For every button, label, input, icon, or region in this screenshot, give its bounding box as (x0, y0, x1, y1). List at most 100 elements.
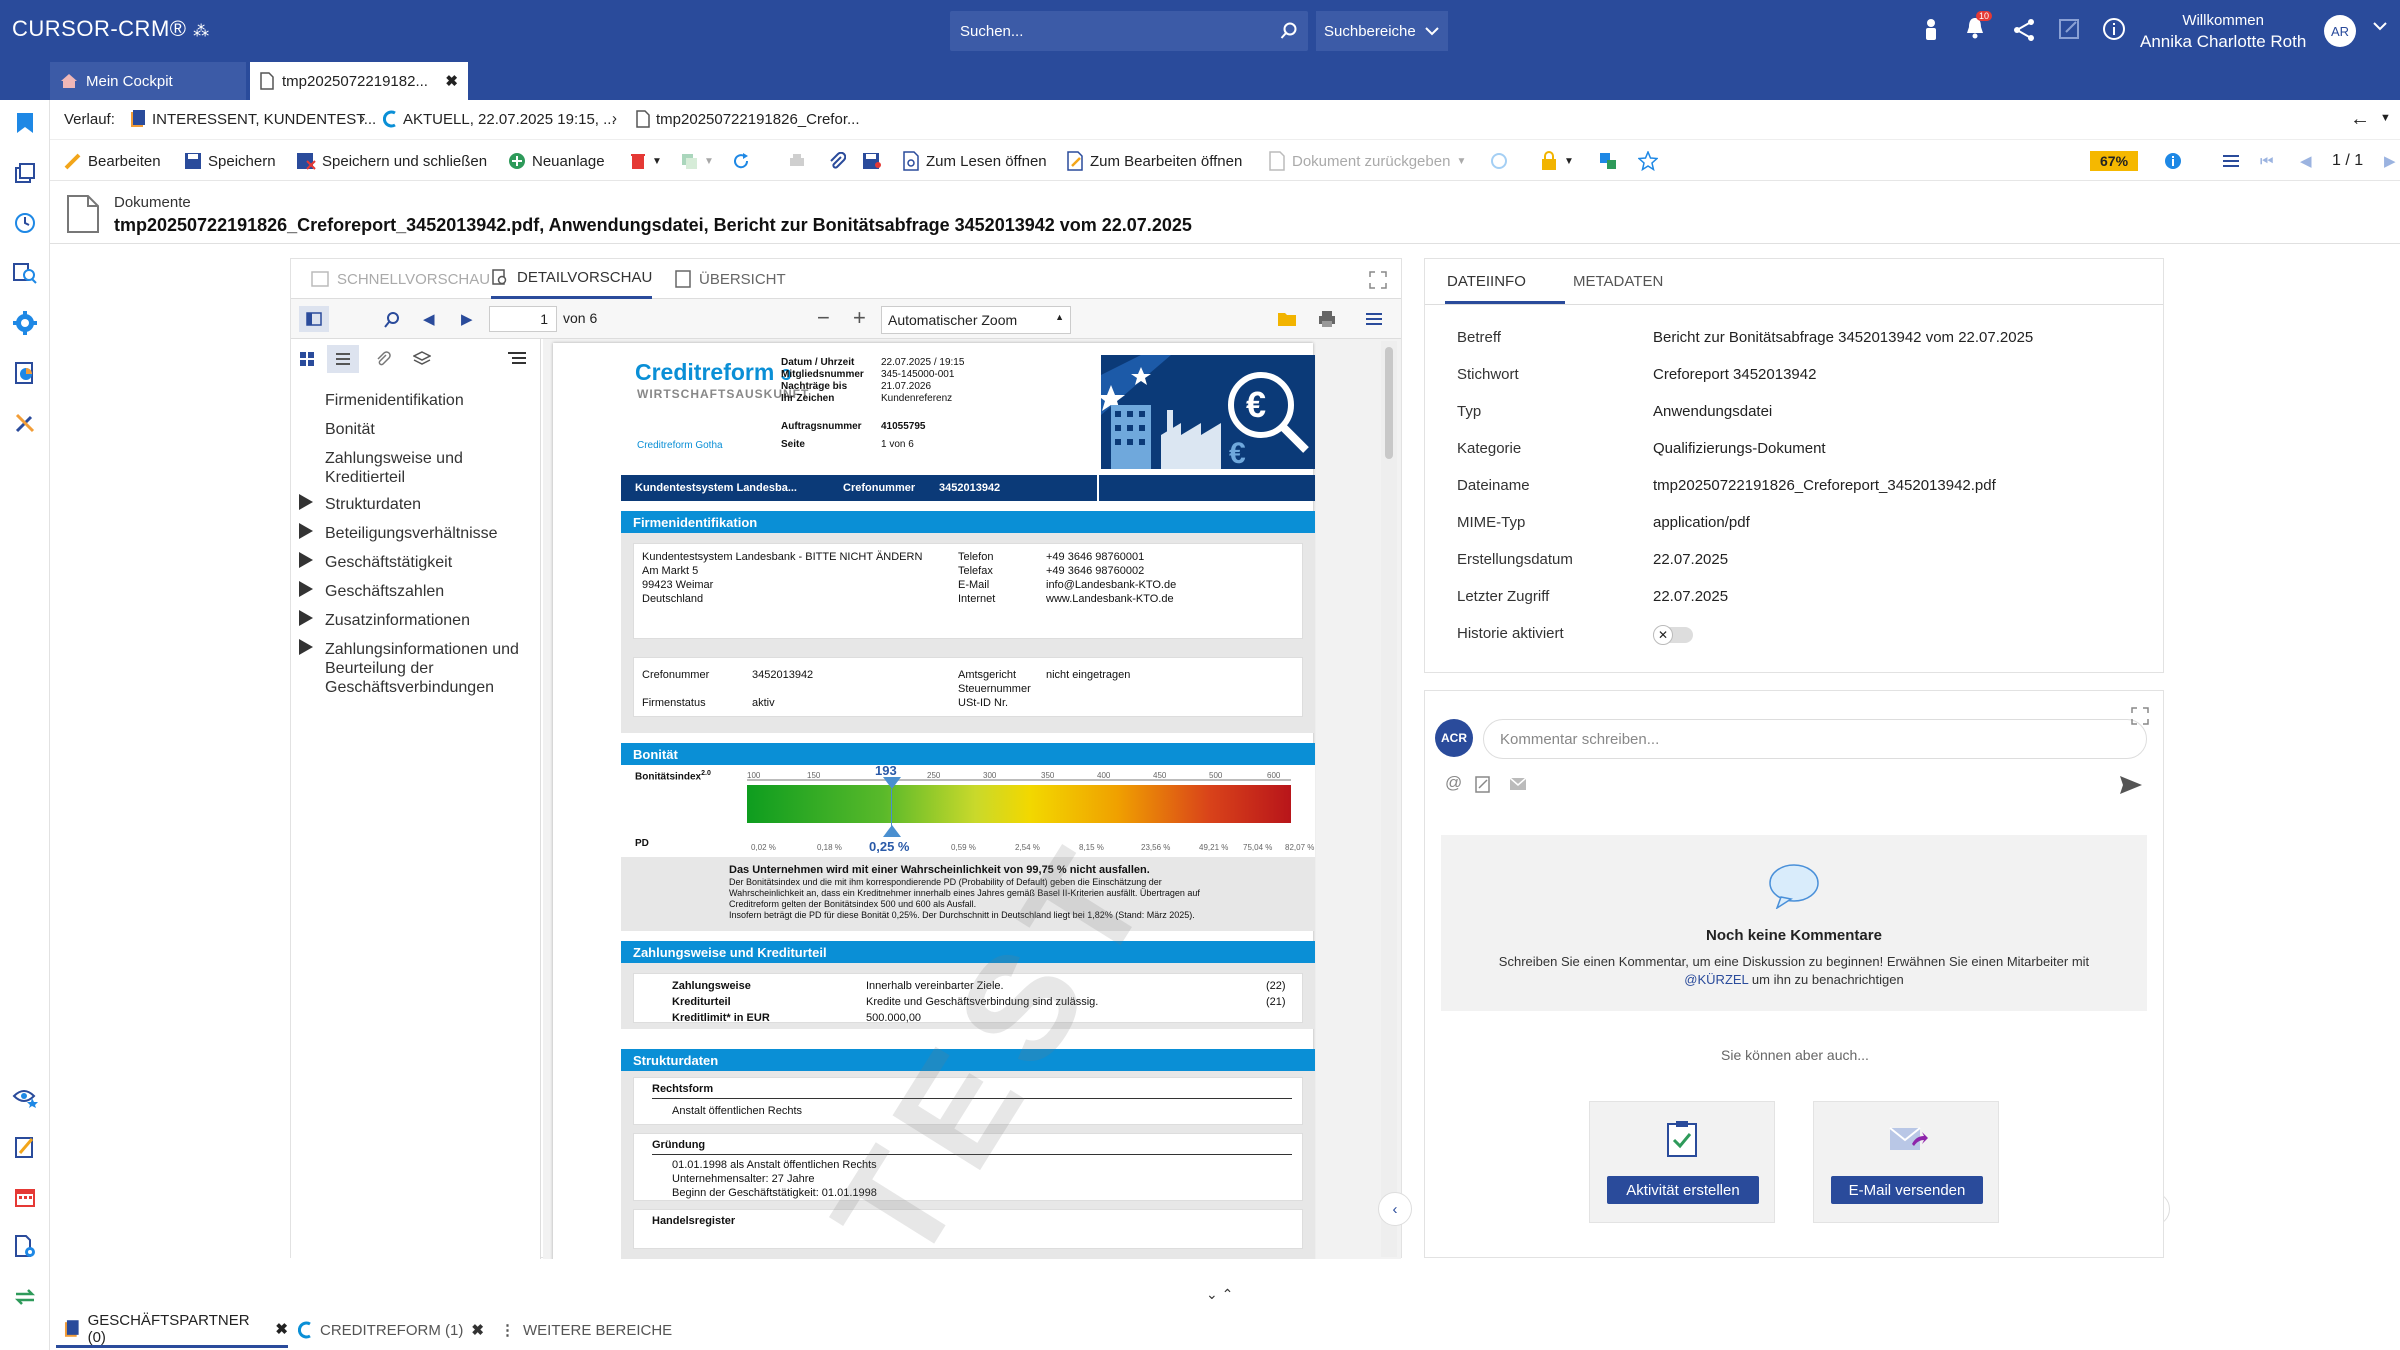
expand-icon[interactable] (2131, 707, 2149, 725)
back-arrow-icon[interactable]: ← (2350, 108, 2370, 131)
outline-item[interactable]: Strukturdaten (325, 495, 421, 514)
prev-page-icon[interactable]: ◀ (2300, 141, 2312, 181)
chevron-down-icon[interactable]: ▼ (652, 156, 662, 167)
search-icon[interactable] (1280, 22, 1298, 40)
scrollbar[interactable] (1381, 341, 1397, 1257)
thumbnails-icon[interactable] (299, 351, 315, 367)
expand-icon[interactable] (299, 610, 313, 626)
scrollbar-thumb[interactable] (1385, 347, 1393, 459)
close-icon[interactable]: ✖ (471, 1321, 484, 1339)
delete-button[interactable]: ▼ (630, 141, 662, 181)
outline-item[interactable]: Geschäftszahlen (325, 582, 444, 601)
lock-button[interactable]: ▼ (1540, 141, 1574, 181)
breadcrumb-item-aktuell[interactable]: AKTUELL, 22.07.2025 19:15, ... (383, 110, 616, 128)
app-logo[interactable]: CURSOR-CRM® ⁂ (12, 16, 210, 42)
edit-note-icon[interactable] (1475, 775, 1491, 793)
tools-icon[interactable] (10, 408, 40, 438)
collapse-left-button[interactable]: ‹ (1378, 1192, 1412, 1226)
menu-icon[interactable] (1365, 311, 1383, 327)
save-button[interactable]: Speichern (184, 141, 276, 181)
history-toggle[interactable]: ✕ (1653, 625, 1693, 645)
calendar-icon[interactable] (10, 1182, 40, 1212)
outline-view-icon[interactable] (327, 345, 359, 373)
tab-metadaten[interactable]: METADATEN (1567, 273, 1663, 290)
return-document-button[interactable]: Dokument zurückgeben ▼ (1268, 141, 1466, 181)
avatar[interactable]: AR (2324, 15, 2356, 47)
notifications-icon[interactable]: 10 (1964, 11, 1993, 44)
layers-icon[interactable] (413, 351, 431, 367)
pdf-canvas[interactable]: Creditreform ↄ WIRTSCHAFTSAUSKUNFT Credi… (543, 339, 1401, 1259)
list-menu-icon[interactable] (2222, 141, 2240, 181)
search-icon[interactable] (383, 311, 401, 329)
tab-creditreform[interactable]: CREDITREFORM (1) ✖ (298, 1312, 484, 1348)
search-input[interactable]: Suchen... (950, 11, 1308, 51)
save-close-button[interactable]: Speichern und schließen (296, 141, 487, 181)
sidebar-toggle-icon[interactable] (299, 306, 329, 332)
print-icon[interactable] (1317, 310, 1337, 328)
fullscreen-icon[interactable] (1369, 271, 1387, 289)
expand-icon[interactable] (299, 494, 313, 510)
close-icon[interactable]: ✖ (275, 1320, 288, 1338)
chevron-down-icon[interactable]: ▼ (2380, 112, 2391, 124)
attachment-icon[interactable] (375, 351, 391, 367)
create-activity-button[interactable]: Aktivität erstellen (1607, 1176, 1759, 1204)
tab-weitere-bereiche[interactable]: ⋮ WEITERE BEREICHE (500, 1312, 672, 1348)
history-icon[interactable] (10, 208, 40, 238)
first-page-icon[interactable]: ⏮ (2260, 141, 2274, 181)
zoom-in-icon[interactable]: + (853, 305, 866, 331)
outline-item[interactable]: Zahlungsweise und Kreditierteil (325, 449, 521, 487)
collapse-toggle[interactable]: ⌄ ⌃ (1206, 1286, 1233, 1303)
create-activity-card[interactable]: Aktivität erstellen (1589, 1101, 1775, 1223)
bookmark-icon[interactable] (10, 108, 40, 138)
share-icon[interactable] (2012, 18, 2036, 46)
save-copy-icon[interactable] (862, 141, 882, 181)
external-link-icon[interactable] (2058, 18, 2080, 44)
send-email-button[interactable]: E-Mail versenden (1831, 1176, 1983, 1204)
breadcrumb-item-interessent[interactable]: INTERESSENT, KUNDENTEST... (130, 110, 376, 128)
chevron-down-icon[interactable]: ▼ (1564, 156, 1574, 167)
person-icon[interactable] (1922, 18, 1940, 46)
outline-item[interactable]: Geschäftstätigkeit (325, 553, 452, 572)
copy-button[interactable]: ▼ (680, 141, 714, 181)
settings-icon[interactable] (10, 308, 40, 338)
star-icon[interactable] (1638, 141, 1658, 181)
print-icon[interactable] (788, 141, 806, 181)
tab-schnellvorschau[interactable]: SCHNELLVORSCHAU (311, 259, 490, 299)
outline-item[interactable]: Zahlungsinformationen und Beurteilung de… (325, 640, 531, 697)
outline-item[interactable]: Firmenidentifikation (325, 391, 464, 410)
prev-page-icon[interactable]: ◀ (423, 310, 435, 328)
expand-icon[interactable] (299, 523, 313, 539)
new-button[interactable]: Neuanlage (508, 141, 605, 181)
edit-button[interactable]: Bearbeiten (64, 141, 161, 181)
current-outline-icon[interactable] (507, 351, 527, 367)
attachment-icon[interactable] (828, 141, 846, 181)
tab-geschaeftspartner[interactable]: GESCHÄFTSPARTNER (0) ✖ (56, 1312, 288, 1348)
zoom-select[interactable]: Automatischer Zoom ▲ (881, 306, 1071, 334)
info-circle-icon[interactable] (2164, 141, 2182, 181)
comment-input[interactable]: Kommentar schreiben... (1483, 719, 2147, 759)
chevron-down-icon[interactable] (2372, 18, 2388, 35)
windows-icon[interactable] (10, 158, 40, 188)
note-edit-icon[interactable] (10, 1132, 40, 1162)
sync-icon[interactable] (10, 1282, 40, 1312)
chart-document-icon[interactable] (10, 358, 40, 388)
tab-mein-cockpit[interactable]: Mein Cockpit (50, 62, 246, 100)
close-icon[interactable]: ✖ (445, 72, 458, 90)
tab-document[interactable]: tmp2025072219182... ✖ (250, 62, 468, 100)
search-list-icon[interactable] (10, 258, 40, 288)
mention-icon[interactable]: @ (1445, 773, 1462, 793)
document-settings-icon[interactable] (10, 1232, 40, 1262)
email-icon[interactable] (1509, 777, 1527, 791)
next-page-icon[interactable]: ▶ (2384, 141, 2396, 181)
expand-icon[interactable] (299, 581, 313, 597)
breadcrumb-item-document[interactable]: tmp20250722191826_Crefor... (636, 110, 860, 128)
next-page-icon[interactable]: ▶ (461, 310, 473, 328)
outline-item[interactable]: Beteiligungsverhältnisse (325, 524, 498, 543)
outline-item[interactable]: Zusatzinformationen (325, 611, 470, 630)
page-number-input[interactable]: 1 (489, 306, 557, 332)
expand-icon[interactable] (299, 552, 313, 568)
folder-icon[interactable] (1277, 311, 1297, 327)
send-icon[interactable] (2119, 775, 2143, 795)
eye-star-icon[interactable] (10, 1082, 40, 1112)
tab-detailvorschau[interactable]: DETAILVORSCHAU (491, 259, 653, 299)
